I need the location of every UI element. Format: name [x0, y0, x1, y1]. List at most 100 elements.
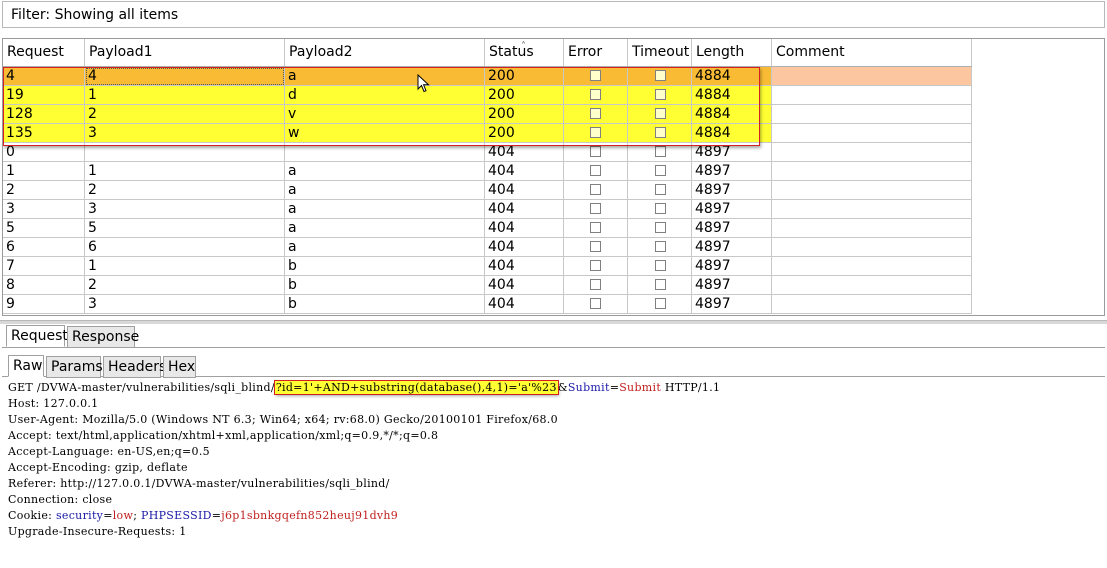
cell-timeout [628, 162, 692, 181]
timeout-checkbox[interactable] [655, 108, 666, 119]
cell-payload1: 3 [85, 124, 285, 143]
table-row[interactable]: 5 5 a 404 4897 [3, 219, 972, 238]
error-checkbox[interactable] [590, 279, 601, 290]
cell-comment [772, 257, 972, 276]
cell-status: 404 [485, 276, 564, 295]
error-checkbox[interactable] [590, 165, 601, 176]
cell-timeout [628, 67, 692, 86]
tab-request[interactable]: Request [6, 325, 68, 347]
timeout-checkbox[interactable] [655, 298, 666, 309]
table-row[interactable]: 7 1 b 404 4897 [3, 257, 972, 276]
cell-timeout [628, 219, 692, 238]
header-col-length[interactable]: Length [692, 39, 772, 66]
timeout-checkbox[interactable] [655, 260, 666, 271]
error-checkbox[interactable] [590, 203, 601, 214]
cell-timeout [628, 238, 692, 257]
header-col-comment[interactable]: Comment [772, 39, 972, 66]
cell-status: 404 [485, 295, 564, 314]
tab-params[interactable]: Params [46, 356, 103, 378]
table-row[interactable]: 1 1 a 404 4897 [3, 162, 972, 181]
timeout-checkbox[interactable] [655, 165, 666, 176]
cell-payload2: b [285, 257, 485, 276]
cell-timeout [628, 276, 692, 295]
header-col-payload2[interactable]: Payload2 [285, 39, 485, 66]
header-col-request[interactable]: Request [3, 39, 85, 66]
cell-length: 4884 [692, 105, 772, 124]
cell-payload2: a [285, 67, 485, 86]
header-upgrade-insecure: Upgrade-Insecure-Requests: 1 [8, 525, 187, 538]
timeout-checkbox[interactable] [655, 146, 666, 157]
error-checkbox[interactable] [590, 89, 601, 100]
panel-splitter[interactable] [0, 320, 1107, 324]
header-host: Host: 127.0.0.1 [8, 397, 99, 410]
outer-tabs-divider [2, 347, 1105, 348]
table-row[interactable]: 3 3 a 404 4897 [3, 200, 972, 219]
table-row[interactable]: 128 2 v 200 4884 [3, 105, 972, 124]
table-row[interactable]: 135 3 w 200 4884 [3, 124, 972, 143]
tab-response[interactable]: Response [67, 326, 139, 348]
timeout-checkbox[interactable] [655, 70, 666, 81]
header-col-error[interactable]: Error [564, 39, 628, 66]
cell-length: 4897 [692, 200, 772, 219]
tab-raw[interactable]: Raw [8, 355, 44, 377]
sort-ascending-icon: ˄ [521, 41, 526, 52]
error-checkbox[interactable] [590, 184, 601, 195]
filter-label: Filter: Showing all items [11, 7, 179, 23]
cell-status: 200 [485, 67, 564, 86]
cell-timeout [628, 181, 692, 200]
error-checkbox[interactable] [590, 146, 601, 157]
cell-request: 1 [3, 162, 85, 181]
cell-payload1: 2 [85, 276, 285, 295]
cell-length: 4897 [692, 276, 772, 295]
cell-payload1: 2 [85, 105, 285, 124]
error-checkbox[interactable] [590, 108, 601, 119]
error-checkbox[interactable] [590, 70, 601, 81]
cell-timeout [628, 105, 692, 124]
timeout-checkbox[interactable] [655, 184, 666, 195]
error-checkbox[interactable] [590, 298, 601, 309]
mouse-cursor-icon [417, 74, 430, 93]
cell-payload2: b [285, 276, 485, 295]
cell-timeout [628, 200, 692, 219]
header-col-payload1[interactable]: Payload1 [85, 39, 285, 66]
timeout-checkbox[interactable] [655, 222, 666, 233]
timeout-checkbox[interactable] [655, 279, 666, 290]
tab-headers[interactable]: Headers [103, 356, 166, 378]
table-row[interactable]: 6 6 a 404 4897 [3, 238, 972, 257]
timeout-checkbox[interactable] [655, 203, 666, 214]
cell-payload1: 2 [85, 181, 285, 200]
cell-comment [772, 200, 972, 219]
timeout-checkbox[interactable] [655, 127, 666, 138]
table-row[interactable]: 2 2 a 404 4897 [3, 181, 972, 200]
cell-error [564, 181, 628, 200]
cell-length: 4884 [692, 67, 772, 86]
cell-payload2: a [285, 162, 485, 181]
header-col-timeout[interactable]: Timeout [628, 39, 692, 66]
table-row[interactable]: 0 404 4897 [3, 143, 972, 162]
cell-length: 4897 [692, 219, 772, 238]
table-row[interactable]: 9 3 b 404 4897 [3, 295, 972, 314]
table-header: Request Payload1 Payload2 ˄ Status Error Timeo… [3, 39, 972, 67]
timeout-checkbox[interactable] [655, 241, 666, 252]
table-row[interactable]: 4 4 a 200 4884 [3, 67, 972, 86]
error-checkbox[interactable] [590, 222, 601, 233]
filter-bar[interactable]: Filter: Showing all items [2, 1, 1105, 28]
error-checkbox[interactable] [590, 260, 601, 271]
cell-request: 5 [3, 219, 85, 238]
cell-comment [772, 238, 972, 257]
table-row[interactable]: 19 1 d 200 4884 [3, 86, 972, 105]
cell-timeout [628, 257, 692, 276]
results-table[interactable]: Request Payload1 Payload2 ˄ Status Error Timeo… [2, 38, 1105, 316]
timeout-checkbox[interactable] [655, 89, 666, 100]
header-col-status[interactable]: ˄ Status [485, 39, 564, 66]
header-user-agent: User-Agent: Mozilla/5.0 (Windows NT 6.3;… [8, 413, 558, 426]
cell-comment [772, 181, 972, 200]
error-checkbox[interactable] [590, 127, 601, 138]
cell-payload2: d [285, 86, 485, 105]
cell-timeout [628, 143, 692, 162]
cell-length: 4897 [692, 181, 772, 200]
error-checkbox[interactable] [590, 241, 601, 252]
raw-request-text[interactable]: GET /DVWA-master/vulnerabilities/sqli_bl… [8, 380, 1103, 540]
tab-hex[interactable]: Hex [163, 356, 196, 378]
table-row[interactable]: 8 2 b 404 4897 [3, 276, 972, 295]
